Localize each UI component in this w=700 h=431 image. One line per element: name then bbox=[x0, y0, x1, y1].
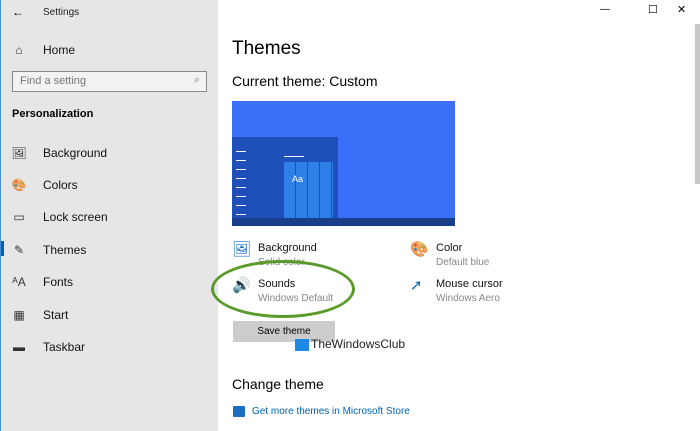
fonts-icon: ᴬA bbox=[12, 275, 26, 289]
option-title: Background bbox=[258, 242, 317, 254]
sidebar-item-fonts[interactable]: ᴬA Fonts bbox=[11, 275, 73, 289]
palette-icon: 🎨 bbox=[410, 241, 429, 258]
sidebar-item-lock-screen[interactable]: ▭ Lock screen bbox=[11, 210, 108, 224]
label: Colors bbox=[43, 178, 78, 192]
label: Themes bbox=[43, 243, 87, 257]
label: Fonts bbox=[43, 275, 74, 289]
windows-logo-icon bbox=[295, 339, 309, 351]
sidebar: ← Settings ⌂ Home Find a setting ⌕ Persona… bbox=[0, 0, 218, 431]
background-icon: 🖼 bbox=[11, 146, 27, 160]
minimize-button[interactable]: — bbox=[600, 4, 610, 15]
search-icon: ⌕ bbox=[193, 74, 200, 86]
section-heading: Personalization bbox=[12, 108, 94, 120]
watermark: TheWindowsClub bbox=[311, 337, 406, 351]
scrollbar[interactable] bbox=[695, 24, 700, 184]
home-icon: ⌂ bbox=[15, 43, 23, 57]
back-button[interactable]: ← bbox=[12, 5, 24, 19]
store-icon bbox=[233, 406, 245, 417]
preview-tiles: Aa bbox=[284, 162, 333, 219]
store-link[interactable]: Get more themes in Microsoft Store bbox=[252, 406, 410, 417]
preview-text: Aa bbox=[292, 174, 304, 184]
highlight-ellipse bbox=[211, 260, 355, 318]
sidebar-item-start[interactable]: ▦ Start bbox=[11, 308, 68, 322]
window-title: Settings bbox=[43, 7, 80, 18]
mouse-cursor-option[interactable]: ➚ Mouse cursor Windows Aero bbox=[410, 277, 503, 305]
search-placeholder: Find a setting bbox=[20, 75, 87, 87]
selected-indicator bbox=[1, 241, 4, 256]
home-label: Home bbox=[43, 43, 76, 57]
preview-menu-lines bbox=[236, 151, 246, 217]
themes-icon: ✎ bbox=[13, 243, 25, 257]
color-option[interactable]: 🎨 Color Default blue bbox=[410, 241, 490, 269]
option-sub: Default blue bbox=[436, 257, 490, 268]
option-title: Mouse cursor bbox=[436, 278, 503, 290]
search-input[interactable]: Find a setting ⌕ bbox=[12, 71, 207, 92]
option-title: Color bbox=[436, 242, 463, 254]
preview-line bbox=[284, 156, 304, 157]
close-button[interactable]: ✕ bbox=[677, 3, 686, 16]
maximize-button[interactable]: ☐ bbox=[648, 3, 658, 16]
sidebar-item-themes[interactable]: ✎ Themes bbox=[11, 243, 86, 257]
lock-screen-icon: ▭ bbox=[13, 210, 25, 224]
current-theme-heading: Current theme: Custom bbox=[232, 73, 378, 89]
label: Taskbar bbox=[43, 340, 86, 354]
theme-preview: Aa bbox=[232, 101, 455, 226]
start-icon: ▦ bbox=[13, 308, 25, 322]
change-theme-heading: Change theme bbox=[232, 376, 324, 392]
option-sub: Windows Aero bbox=[436, 293, 500, 304]
label: Background bbox=[43, 146, 108, 160]
preview-taskbar bbox=[232, 218, 455, 226]
sidebar-item-colors[interactable]: 🎨 Colors bbox=[11, 178, 78, 192]
page-title: Themes bbox=[232, 38, 301, 59]
cursor-icon: ➚ bbox=[410, 277, 423, 294]
label: Lock screen bbox=[43, 210, 108, 224]
taskbar-icon: ▬ bbox=[13, 340, 25, 354]
sidebar-item-background[interactable]: 🖼 Background bbox=[11, 146, 107, 160]
label: Start bbox=[43, 308, 69, 322]
palette-icon: 🎨 bbox=[11, 178, 27, 192]
sidebar-item-taskbar[interactable]: ▬ Taskbar bbox=[11, 340, 85, 354]
sidebar-item-home[interactable]: ⌂ Home bbox=[11, 43, 75, 57]
